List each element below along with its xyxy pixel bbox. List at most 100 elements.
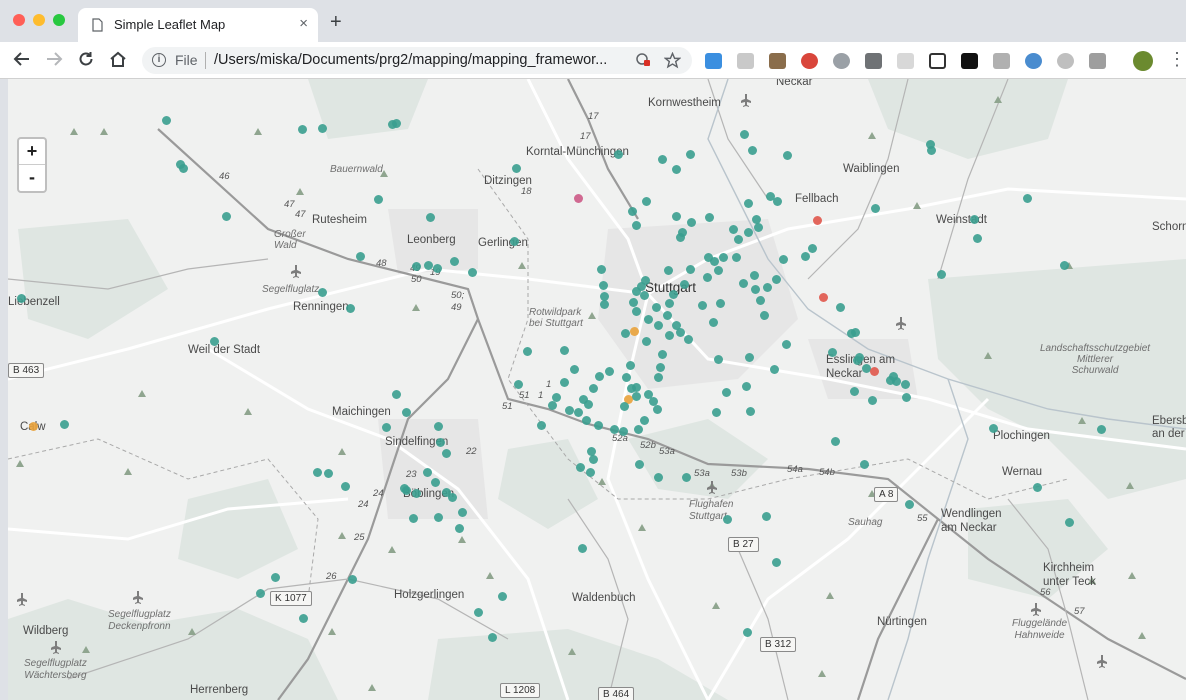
map-marker[interactable] <box>583 399 593 409</box>
map-marker[interactable] <box>640 275 650 285</box>
map-marker[interactable] <box>381 422 391 432</box>
map-marker[interactable] <box>547 400 557 410</box>
map-marker[interactable] <box>772 196 782 206</box>
map-marker[interactable] <box>634 459 644 469</box>
map-marker[interactable] <box>449 256 459 266</box>
map-marker[interactable] <box>594 371 604 381</box>
map-marker[interactable] <box>926 145 936 155</box>
map-marker[interactable] <box>432 263 442 273</box>
map-marker[interactable] <box>753 222 763 232</box>
map-marker[interactable] <box>761 511 771 521</box>
map-marker[interactable] <box>685 264 695 274</box>
map-marker[interactable] <box>209 336 219 346</box>
map-marker[interactable] <box>812 215 822 225</box>
extension-icon-8[interactable] <box>929 53 946 69</box>
map-marker[interactable] <box>641 196 651 206</box>
map-marker[interactable] <box>713 265 723 275</box>
map-marker[interactable] <box>347 574 357 584</box>
map-marker[interactable] <box>16 293 26 303</box>
map-marker[interactable] <box>473 607 483 617</box>
map-marker[interactable] <box>738 278 748 288</box>
map-marker[interactable] <box>668 289 678 299</box>
map-marker[interactable] <box>631 220 641 230</box>
map-marker[interactable] <box>613 149 623 159</box>
map-marker[interactable] <box>454 523 464 533</box>
map-marker[interactable] <box>629 326 639 336</box>
map-marker[interactable] <box>653 320 663 330</box>
map-marker[interactable] <box>178 163 188 173</box>
map-marker[interactable] <box>593 420 603 430</box>
map-marker[interactable] <box>1032 482 1042 492</box>
map-marker[interactable] <box>697 300 707 310</box>
map-marker[interactable] <box>679 279 689 289</box>
tab-close-icon[interactable]: × <box>299 15 308 32</box>
map-marker[interactable] <box>598 280 608 290</box>
map-marker[interactable] <box>818 292 828 302</box>
map-marker[interactable] <box>869 366 879 376</box>
profile-avatar[interactable] <box>1133 51 1153 71</box>
map-marker[interactable] <box>709 256 719 266</box>
extension-icon-4[interactable] <box>801 53 818 69</box>
map-marker[interactable] <box>581 415 591 425</box>
map-marker[interactable] <box>317 287 327 297</box>
blocked-camera-icon[interactable] <box>635 53 651 67</box>
map-marker[interactable] <box>671 164 681 174</box>
map-marker[interactable] <box>411 488 421 498</box>
map-marker[interactable] <box>270 572 280 582</box>
map-marker[interactable] <box>643 314 653 324</box>
map-marker[interactable] <box>573 193 583 203</box>
map-marker[interactable] <box>904 499 914 509</box>
extension-icon-13[interactable] <box>1089 53 1106 69</box>
extension-icon-1[interactable] <box>705 53 722 69</box>
extension-icon-2[interactable] <box>737 53 754 69</box>
map-marker[interactable] <box>297 124 307 134</box>
map-marker[interactable] <box>588 454 598 464</box>
map-marker[interactable] <box>599 299 609 309</box>
minimize-window-button[interactable] <box>33 14 45 26</box>
map-marker[interactable] <box>675 327 685 337</box>
map-marker[interactable] <box>626 383 636 393</box>
map-marker[interactable] <box>255 588 265 598</box>
map-marker[interactable] <box>713 354 723 364</box>
map-marker[interactable] <box>830 436 840 446</box>
map-marker[interactable] <box>425 212 435 222</box>
map-marker[interactable] <box>900 379 910 389</box>
map-marker[interactable] <box>711 407 721 417</box>
map-marker[interactable] <box>988 423 998 433</box>
map-marker[interactable] <box>807 243 817 253</box>
map-marker[interactable] <box>604 366 614 376</box>
map-marker[interactable] <box>1096 424 1106 434</box>
map-marker[interactable] <box>1064 517 1074 527</box>
map-marker[interactable] <box>771 557 781 567</box>
map-marker[interactable] <box>744 352 754 362</box>
map-marker[interactable] <box>497 591 507 601</box>
map-marker[interactable] <box>653 372 663 382</box>
map-marker[interactable] <box>721 387 731 397</box>
map-marker[interactable] <box>391 118 401 128</box>
map-marker[interactable] <box>625 360 635 370</box>
map-marker[interactable] <box>522 346 532 356</box>
extension-icon-10[interactable] <box>993 53 1010 69</box>
map-marker[interactable] <box>573 407 583 417</box>
map-marker[interactable] <box>423 260 433 270</box>
map-marker[interactable] <box>441 448 451 458</box>
map-marker[interactable] <box>312 467 322 477</box>
map-marker[interactable] <box>742 627 752 637</box>
map-marker[interactable] <box>681 472 691 482</box>
map-marker[interactable] <box>683 334 693 344</box>
extension-code-icon[interactable] <box>897 53 914 69</box>
map-marker[interactable] <box>373 194 383 204</box>
zoom-out-button[interactable]: - <box>19 165 45 191</box>
map-marker[interactable] <box>657 154 667 164</box>
map-marker[interactable] <box>513 379 523 389</box>
map-marker[interactable] <box>849 386 859 396</box>
map-marker[interactable] <box>733 234 743 244</box>
map-marker[interactable] <box>936 269 946 279</box>
map-marker[interactable] <box>433 512 443 522</box>
map-marker[interactable] <box>749 270 759 280</box>
map-marker[interactable] <box>298 613 308 623</box>
map-marker[interactable] <box>743 198 753 208</box>
map-marker[interactable] <box>435 437 445 447</box>
map-marker[interactable] <box>739 129 749 139</box>
map-marker[interactable] <box>588 383 598 393</box>
